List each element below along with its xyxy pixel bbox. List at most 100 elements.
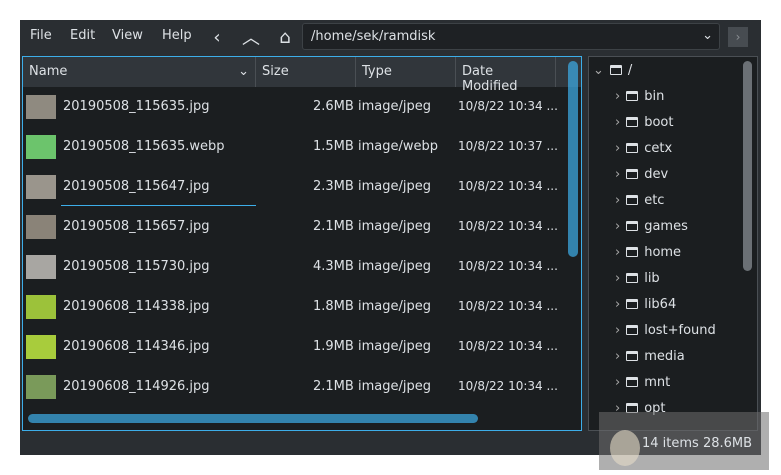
chevron-right-icon[interactable]: › bbox=[615, 271, 620, 286]
tree-label: bin bbox=[644, 88, 665, 104]
tree-item[interactable]: › media bbox=[615, 343, 685, 369]
tree-item[interactable]: › lib bbox=[615, 265, 660, 291]
file-name: 20190608_114346.jpg bbox=[63, 339, 210, 354]
column-type[interactable]: Type bbox=[356, 57, 456, 87]
column-size[interactable]: Size bbox=[256, 57, 356, 87]
folder-icon bbox=[626, 377, 639, 387]
status-text: 14 items 28.6MB bbox=[642, 436, 753, 451]
chevron-right-icon[interactable]: › bbox=[615, 297, 620, 312]
chevron-right-icon[interactable]: › bbox=[615, 167, 620, 182]
back-icon[interactable]: ‹ bbox=[204, 24, 230, 50]
file-date: 10/8/22 10:34 ... bbox=[458, 99, 558, 113]
tree-item[interactable]: › bin bbox=[615, 83, 664, 109]
file-type: image/jpeg bbox=[358, 379, 431, 394]
sort-chevron-icon: ⌄ bbox=[238, 64, 249, 79]
file-type: image/jpeg bbox=[358, 99, 431, 114]
tree-label: mnt bbox=[644, 374, 671, 390]
folder-icon bbox=[626, 91, 639, 101]
chevron-right-icon[interactable]: › bbox=[615, 193, 620, 208]
menu-view[interactable]: View bbox=[112, 28, 143, 43]
chevron-right-icon[interactable]: › bbox=[615, 323, 620, 338]
chevron-down-icon[interactable]: ⌄ bbox=[702, 28, 713, 43]
chevron-right-icon[interactable]: › bbox=[615, 141, 620, 156]
horizontal-scrollbar[interactable] bbox=[28, 414, 478, 423]
file-date: 10/8/22 10:34 ... bbox=[458, 379, 558, 393]
tree-label: media bbox=[644, 348, 685, 364]
tree-item[interactable]: › lost+found bbox=[615, 317, 716, 343]
file-type: image/jpeg bbox=[358, 219, 431, 234]
folder-icon bbox=[626, 169, 639, 179]
menu-edit[interactable]: Edit bbox=[70, 28, 95, 43]
tree-item[interactable]: › games bbox=[615, 213, 688, 239]
menu-file[interactable]: File bbox=[30, 28, 52, 43]
home-icon[interactable]: ⌂ bbox=[272, 24, 298, 50]
file-type: image/jpeg bbox=[358, 299, 431, 314]
thumbnail-image bbox=[26, 95, 56, 119]
file-size: 1.9MB bbox=[313, 339, 354, 354]
tree-item[interactable]: › cetx bbox=[615, 135, 672, 161]
file-row[interactable]: 20190508_115657.jpg 2.1MB image/jpeg 10/… bbox=[23, 207, 563, 247]
file-list[interactable]: Name ⌄ Size Type Date Modified 20190508_1… bbox=[22, 56, 582, 431]
chevron-down-icon[interactable]: ⌄ bbox=[593, 63, 604, 78]
up-icon[interactable]: ︿ bbox=[238, 24, 264, 50]
chevron-right-icon[interactable]: › bbox=[615, 115, 620, 130]
chevron-right-icon[interactable]: › bbox=[615, 375, 620, 390]
column-date[interactable]: Date Modified bbox=[456, 57, 556, 94]
tree-item[interactable]: ⌄ / bbox=[593, 57, 632, 83]
thumbnail-image bbox=[26, 175, 56, 199]
chevron-right-icon[interactable]: › bbox=[615, 245, 620, 260]
folder-icon bbox=[626, 273, 639, 283]
tree-label: home bbox=[644, 244, 682, 260]
thumbnail-image bbox=[26, 135, 56, 159]
tree-label: cetx bbox=[644, 140, 673, 156]
tree-label: lib64 bbox=[644, 296, 677, 312]
file-size: 2.3MB bbox=[313, 179, 354, 194]
tree-scrollbar[interactable] bbox=[743, 61, 752, 271]
tree-label: boot bbox=[644, 114, 674, 130]
chevron-right-icon[interactable]: › bbox=[615, 349, 620, 364]
folder-icon bbox=[626, 351, 639, 361]
folder-icon bbox=[609, 65, 622, 75]
folder-icon bbox=[626, 247, 639, 257]
tree-label: / bbox=[627, 62, 633, 78]
vertical-scrollbar[interactable] bbox=[568, 61, 578, 257]
file-dialog-window: File Edit View Help ‹ ︿ ⌂ /home/sek/ramd… bbox=[20, 20, 761, 455]
file-row[interactable]: 20190608_114338.jpg 1.8MB image/jpeg 10/… bbox=[23, 287, 563, 327]
file-row[interactable]: 20190508_115635.webp 1.5MB image/webp 10… bbox=[23, 127, 563, 167]
file-row[interactable]: 20190608_114346.jpg 1.9MB image/jpeg 10/… bbox=[23, 327, 563, 367]
file-name: 20190508_115730.jpg bbox=[63, 259, 210, 274]
file-date: 10/8/22 10:34 ... bbox=[458, 339, 558, 353]
file-row[interactable]: 20190508_115647.jpg 2.3MB image/jpeg 10/… bbox=[23, 167, 563, 207]
file-row[interactable]: 20190508_115635.jpg 2.6MB image/jpeg 10/… bbox=[23, 87, 563, 127]
chevron-right-icon[interactable]: › bbox=[615, 89, 620, 104]
file-name: 20190508_115647.jpg bbox=[63, 179, 210, 194]
menu-help[interactable]: Help bbox=[162, 28, 192, 43]
chevron-right-icon[interactable]: › bbox=[615, 219, 620, 234]
go-button[interactable]: › bbox=[728, 27, 748, 47]
tree-label: lib bbox=[644, 270, 660, 286]
file-type: image/jpeg bbox=[358, 179, 431, 194]
file-type: image/jpeg bbox=[358, 259, 431, 274]
thumbnail-image bbox=[26, 375, 56, 399]
folder-tree[interactable]: ⌄ / › bin › boot › cetx › dev › etc › games › home › lib ›… bbox=[588, 56, 758, 431]
tree-item[interactable]: › dev bbox=[615, 161, 668, 187]
tree-item[interactable]: › etc bbox=[615, 187, 664, 213]
thumbnail-image bbox=[26, 295, 56, 319]
file-row[interactable]: 20190608_114926.jpg 2.1MB image/jpeg 10/… bbox=[23, 367, 563, 407]
path-input[interactable]: /home/sek/ramdisk ⌄ bbox=[302, 23, 720, 50]
tree-item[interactable]: › mnt bbox=[615, 369, 670, 395]
file-type: image/webp bbox=[358, 139, 439, 154]
file-name: 20190608_114338.jpg bbox=[63, 299, 210, 314]
tree-label: etc bbox=[644, 192, 665, 208]
column-name[interactable]: Name ⌄ bbox=[23, 57, 256, 87]
file-name: 20190508_115635.jpg bbox=[63, 99, 210, 114]
tree-item[interactable]: › boot bbox=[615, 109, 673, 135]
file-size: 2.1MB bbox=[313, 379, 354, 394]
tree-item[interactable]: › home bbox=[615, 239, 681, 265]
file-type: image/jpeg bbox=[358, 339, 431, 354]
focus-underline bbox=[61, 205, 256, 206]
file-row[interactable]: 20190508_115730.jpg 4.3MB image/jpeg 10/… bbox=[23, 247, 563, 287]
folder-icon bbox=[626, 195, 639, 205]
tree-item[interactable]: › lib64 bbox=[615, 291, 676, 317]
file-size: 1.8MB bbox=[313, 299, 354, 314]
